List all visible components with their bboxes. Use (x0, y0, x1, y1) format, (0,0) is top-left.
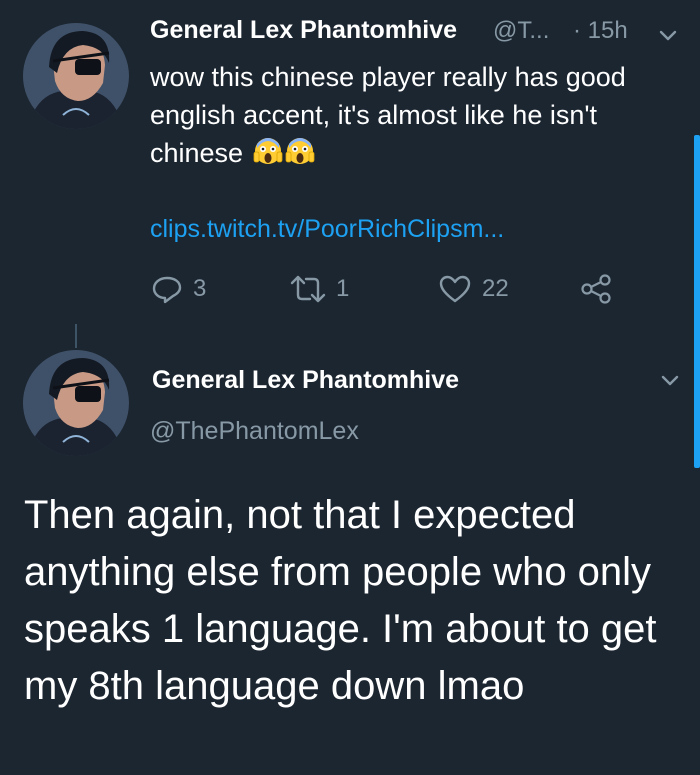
tweet1-display-name[interactable]: General Lex Phantomhive (150, 16, 457, 45)
reply-icon (152, 276, 182, 304)
tweet1-text: wow this chinese player really has good … (150, 58, 680, 172)
thread-connector (75, 324, 77, 348)
chevron-down-icon[interactable] (657, 24, 679, 46)
chevron-down-icon[interactable] (659, 369, 681, 391)
tweet1-handle[interactable]: @T... (493, 17, 549, 45)
scream-emoji-icon (285, 136, 315, 166)
reply-count: 3 (193, 275, 207, 302)
heart-icon (439, 275, 471, 303)
retweet-button[interactable]: 1 (290, 272, 349, 306)
tweet1-link[interactable]: clips.twitch.tv/PoorRichClipsm... (150, 215, 504, 244)
retweet-count: 1 (336, 275, 350, 302)
tweet2-display-name[interactable]: General Lex Phantomhive (152, 366, 459, 395)
reply-button[interactable]: 3 (151, 272, 206, 306)
tweet1-timestamp[interactable]: · 15h (573, 17, 628, 45)
avatar[interactable] (23, 350, 129, 456)
retweet-icon (290, 275, 326, 303)
share-icon (581, 274, 611, 304)
avatar-image (23, 23, 129, 129)
tweet2-handle[interactable]: @ThePhantomLex (150, 417, 359, 446)
like-button[interactable]: 22 (438, 272, 509, 306)
like-count: 22 (482, 275, 509, 302)
tweet1-text-body: wow this chinese player really has good … (150, 62, 626, 168)
avatar-image (23, 350, 129, 456)
avatar[interactable] (23, 23, 129, 129)
scrollbar[interactable] (694, 135, 700, 468)
scream-emoji-icon (253, 136, 283, 166)
share-button[interactable] (580, 272, 624, 306)
tweet2-text: Then again, not that I expected anything… (24, 493, 657, 708)
